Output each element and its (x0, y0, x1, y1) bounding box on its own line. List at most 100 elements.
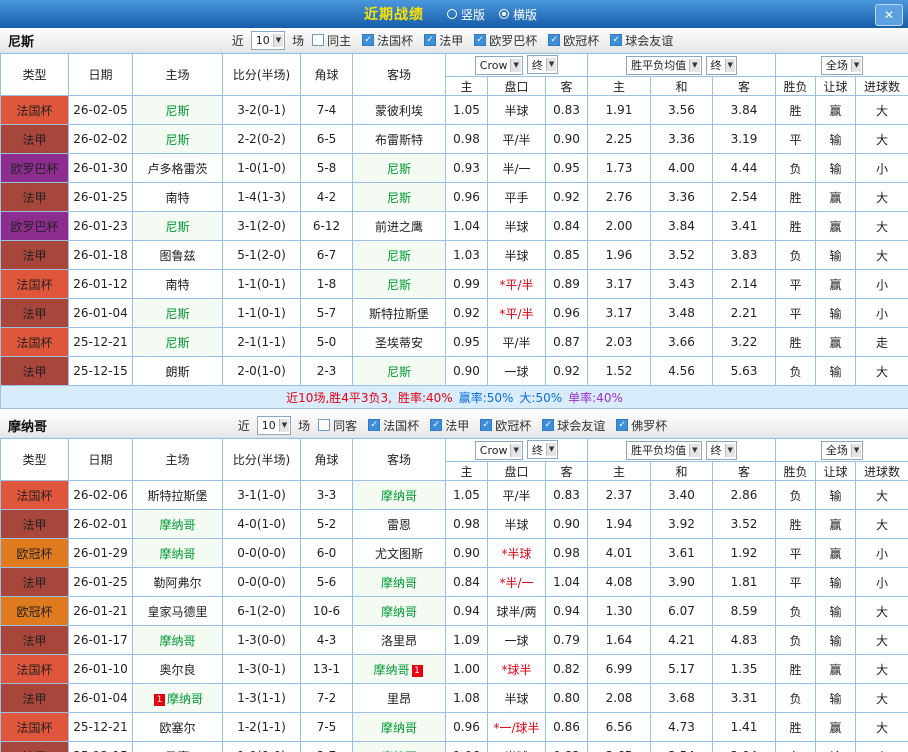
filter-checkbox-item[interactable]: 同客 (318, 417, 357, 434)
odds-final-select[interactable]: 终 ▼ (526, 55, 559, 75)
match-date: 26-01-25 (68, 182, 133, 212)
avg-away-odds: 1.41 (712, 712, 777, 742)
layout-radio-vertical[interactable]: 竖版 (446, 6, 485, 23)
subcol-header: 胜负 (775, 76, 817, 96)
checkbox-icon[interactable]: ✓ (480, 419, 493, 431)
chevron-down-icon: ▼ (689, 443, 700, 457)
team-label: 里昂 (386, 691, 411, 706)
fulltime-select[interactable]: 全场 ▼ (820, 55, 864, 75)
checkbox-icon[interactable]: ✓ (610, 34, 623, 46)
recent-results-window: 近期战绩 竖版 横版 ✕ 尼斯近 10 ▼ 场同主 ✓ 法国杯 ✓ 法甲 ✓ 欧罗巴杯 ✓ 欧冠杯 ✓ 球… (0, 0, 908, 752)
league-badge: 法国杯 (0, 269, 69, 299)
filter-checkbox-item[interactable]: ✓ 欧冠杯 (480, 417, 531, 434)
fulltime-select[interactable]: 全场 ▼ (820, 440, 864, 460)
checkbox-icon[interactable]: ✓ (424, 34, 437, 46)
checkbox-icon[interactable]: ✓ (542, 419, 555, 431)
filter-checkbox-item[interactable]: ✓ 球会友谊 (610, 32, 673, 49)
match-row: 法甲 26-01-04 尼斯 1-1(0-1) 5-7 斯特拉斯堡 0.92 *平/半 0.96… (0, 298, 908, 328)
odds-final-select[interactable]: 终 ▼ (526, 440, 559, 460)
filter-checkbox-item[interactable]: 同主 (312, 32, 351, 49)
checkbox-icon[interactable]: ✓ (362, 34, 375, 46)
summary-text: 大:50% (519, 390, 563, 405)
filter-checkbox-item[interactable]: ✓ 球会友谊 (542, 417, 605, 434)
match-count-select[interactable]: 10 ▼ (256, 415, 292, 435)
home-team: 南特 (132, 269, 223, 299)
league-badge: 法甲 (0, 625, 69, 655)
filter-checkbox-item[interactable]: ✓ 欧罗巴杯 (474, 32, 537, 49)
odds-away: 0.79 (544, 625, 589, 655)
radio-label: 横版 (513, 7, 538, 22)
filter-label: 欧冠杯 (563, 33, 600, 48)
filter-checkbox-item[interactable]: ✓ 法国杯 (368, 417, 419, 434)
sections-container: 尼斯近 10 ▼ 场同主 ✓ 法国杯 ✓ 法甲 ✓ 欧罗巴杯 ✓ 欧冠杯 ✓ 球会友谊 类型 日期 主场 比分(半… (0, 28, 908, 752)
filter-checkbox-item[interactable]: ✓ 欧冠杯 (548, 32, 599, 49)
result-wdl: 负 (775, 356, 817, 386)
checkbox-icon[interactable]: ✓ (430, 419, 443, 431)
close-button[interactable]: ✕ (875, 4, 903, 26)
filter-label: 球会友谊 (557, 418, 606, 433)
checkbox-icon[interactable] (312, 34, 325, 46)
avg-odds-select[interactable]: 胜平负均值 ▼ (626, 55, 702, 75)
layout-radio-horizontal[interactable]: 横版 (499, 6, 537, 23)
away-team: 斯特拉斯堡 (352, 298, 446, 328)
result-handicap: 赢 (815, 327, 857, 357)
result-goals: 大 (855, 654, 908, 684)
avg-final-select[interactable]: 终 ▼ (705, 55, 737, 75)
home-team: 尼斯 (132, 95, 223, 125)
filter-label: 球会友谊 (625, 33, 674, 48)
result-wdl: 胜 (775, 211, 817, 241)
summary-row: 近10场,胜4平3负3, 胜率:40% 赢率:50% 大:50% 单率:40% (0, 385, 908, 409)
handicap: 半球 (487, 95, 546, 125)
avg-away-odds: 3.19 (712, 124, 777, 154)
filter-checkbox-item[interactable]: ✓ 法甲 (430, 417, 469, 434)
chevron-down-icon: ▼ (545, 443, 557, 457)
col-away: 客场 (352, 438, 446, 481)
result-goals: 小 (855, 741, 908, 752)
result-goals: 大 (855, 625, 908, 655)
odds-away: 0.96 (544, 298, 589, 328)
league-badge: 法甲 (0, 683, 69, 713)
odds-home: 0.98 (445, 509, 488, 539)
match-date: 25-12-21 (68, 327, 133, 357)
home-team: 卢多格雷茨 (132, 153, 223, 183)
chevron-down-icon: ▼ (545, 58, 557, 72)
home-team: 皇家马德里 (132, 596, 223, 626)
result-handicap: 赢 (815, 211, 857, 241)
match-row: 法国杯 26-01-10 奥尔良 1-3(0-1) 13-1 摩纳哥 1 1.00 *球半 0.8… (0, 654, 908, 684)
result-handicap: 输 (815, 683, 857, 713)
odds-company-select[interactable]: Crow ▼ (474, 440, 523, 460)
handicap: 半球 (487, 509, 546, 539)
result-goals: 小 (855, 538, 908, 568)
avg-odds-select[interactable]: 胜平负均值 ▼ (626, 440, 702, 460)
league-badge: 法甲 (0, 567, 69, 597)
avg-draw-odds: 3.84 (650, 211, 714, 241)
result-wdl: 平 (775, 269, 817, 299)
result-handicap: 输 (815, 567, 857, 597)
match-count-select[interactable]: 10 ▼ (250, 30, 286, 50)
avg-final-select[interactable]: 终 ▼ (705, 440, 737, 460)
col-date: 日期 (68, 53, 133, 96)
checkbox-icon[interactable]: ✓ (616, 419, 629, 431)
result-wdl: 胜 (775, 182, 817, 212)
filter-checkbox-item[interactable]: ✓ 佛罗杯 (616, 417, 667, 434)
filter-checkbox-item[interactable]: ✓ 法甲 (424, 32, 463, 49)
team-label: 摩纳哥 (373, 662, 410, 677)
away-team: 尼斯 (352, 153, 446, 183)
filter-checkbox-item[interactable]: ✓ 法国杯 (362, 32, 413, 49)
corners: 5-7 (300, 298, 353, 328)
result-wdl: 负 (775, 625, 817, 655)
checkbox-icon[interactable]: ✓ (368, 419, 381, 431)
league-badge: 法甲 (0, 182, 69, 212)
checkbox-icon[interactable]: ✓ (474, 34, 487, 46)
checkbox-icon[interactable] (318, 419, 331, 431)
result-wdl: 平 (775, 124, 817, 154)
handicap: 半球 (487, 741, 546, 752)
score: 3-1(2-0) (222, 211, 301, 241)
checkbox-icon[interactable]: ✓ (548, 34, 561, 46)
match-row: 法甲25-12-15马赛1-0(0-0)3-7摩纳哥1.06半球0.823.65… (0, 741, 908, 752)
corners: 6-7 (300, 240, 353, 270)
away-team: 尼斯 (352, 182, 446, 212)
select-value: 10 (255, 33, 270, 47)
odds-company-select[interactable]: Crow ▼ (474, 55, 523, 75)
col-score: 比分(半场) (222, 438, 301, 481)
